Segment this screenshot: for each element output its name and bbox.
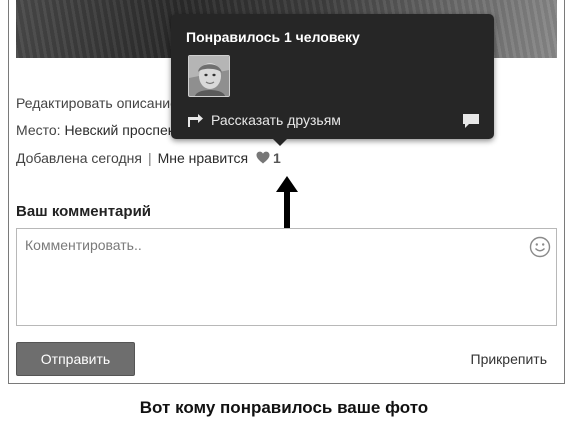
added-date: Добавлена сегодня xyxy=(16,150,142,166)
share-with-friends-button[interactable]: Рассказать друзьям xyxy=(188,112,341,128)
avatar-portrait xyxy=(189,56,229,96)
popup-pointer xyxy=(272,138,288,146)
comment-bubble-icon[interactable] xyxy=(463,114,479,128)
comment-heading: Ваш комментарий xyxy=(16,203,152,220)
comment-input[interactable] xyxy=(17,229,556,325)
edit-description-link[interactable]: Редактировать описание xyxy=(16,95,178,111)
like-count[interactable]: 1 xyxy=(273,150,281,166)
like-button[interactable]: Мне нравится xyxy=(158,150,248,166)
added-line: Добавлена сегодня | Мне нравится 1 xyxy=(16,150,281,166)
separator: | xyxy=(147,150,152,166)
share-arrow-icon xyxy=(188,114,203,127)
attach-link[interactable]: Прикрепить xyxy=(471,351,547,367)
place-label: Место: xyxy=(16,122,61,138)
smiley-icon[interactable] xyxy=(529,236,551,258)
likes-popup: Понравилось 1 человеку Рассказать друзья… xyxy=(171,14,494,139)
share-label: Рассказать друзьям xyxy=(211,112,341,128)
avatar[interactable] xyxy=(188,55,230,97)
heart-icon[interactable] xyxy=(256,151,270,164)
likes-popup-title[interactable]: Понравилось 1 человеку xyxy=(186,29,360,45)
comment-box xyxy=(16,228,557,326)
send-button[interactable]: Отправить xyxy=(16,342,135,376)
figure-caption: Вот кому понравилось ваше фото xyxy=(139,398,429,417)
